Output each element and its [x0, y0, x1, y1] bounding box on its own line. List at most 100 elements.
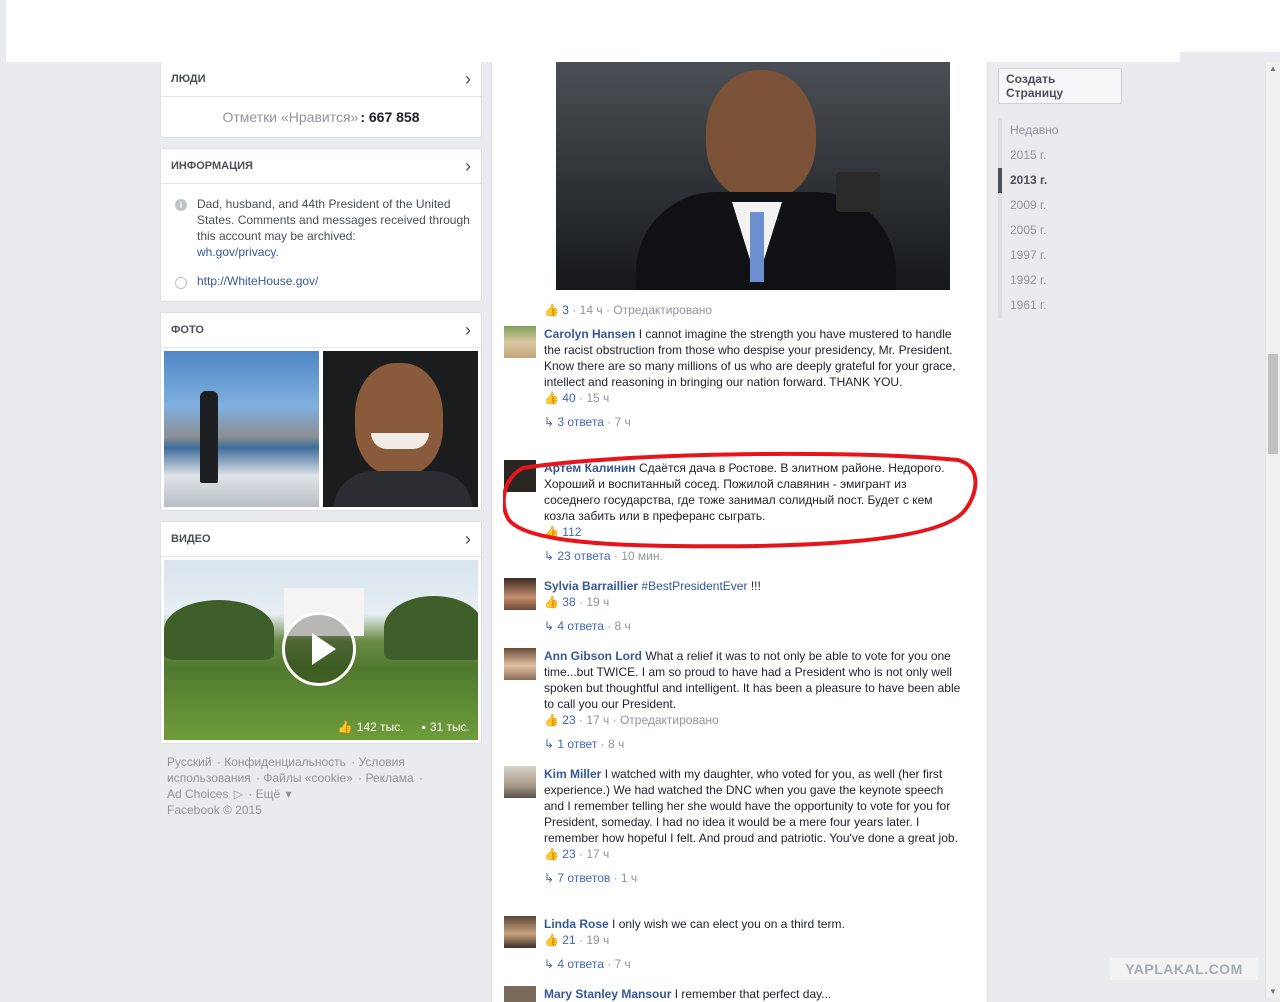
comment-body: Kim Miller I watched with my daughter, w… — [544, 766, 964, 886]
like-count[interactable]: 40 — [562, 391, 575, 405]
thumbs-up-icon[interactable]: 👍 — [544, 595, 559, 609]
videos-header[interactable]: ВИДЕО › — [161, 522, 481, 557]
like-count[interactable]: 112 — [562, 525, 581, 539]
comment-time[interactable]: 15 ч — [586, 391, 609, 405]
website-link[interactable]: http://WhiteHouse.gov/ — [197, 274, 318, 289]
chevron-right-icon[interactable]: › — [465, 529, 471, 550]
comment-author[interactable]: Mary Stanley Mansour — [544, 987, 671, 1001]
replies-link[interactable]: 3 ответа — [557, 415, 603, 429]
comment-author[interactable]: Linda Rose — [544, 917, 609, 931]
replies-link[interactable]: 23 ответа — [557, 549, 610, 563]
about-privacy-link[interactable]: wh.gov/privacy — [197, 245, 275, 259]
comment-time[interactable]: 19 ч — [586, 595, 609, 609]
timeline-item-1992[interactable]: 1992 г. — [1002, 268, 1122, 293]
replies-link[interactable]: 7 ответов — [557, 871, 610, 885]
replies-row: ↳ 23 ответа · 10 мин. — [544, 549, 663, 563]
replies-row: ↳ 3 ответа · 7 ч — [544, 415, 631, 429]
photo-portrait[interactable] — [323, 351, 478, 507]
caret-down-icon[interactable]: ▾ — [286, 787, 292, 801]
like-count[interactable]: 38 — [562, 595, 575, 609]
footer: Русский · Конфиденциальность · Условия и… — [167, 755, 423, 817]
replies-time: 10 мин. — [621, 549, 663, 563]
footer-language[interactable]: Русский — [167, 755, 212, 769]
comment-author[interactable]: Carolyn Hansen — [544, 327, 635, 341]
comment-author[interactable]: Sylvia Barraillier — [544, 579, 638, 593]
comment-time[interactable]: 17 ч — [586, 713, 609, 727]
comment-time[interactable]: 17 ч — [586, 847, 609, 861]
post-like-count[interactable]: 3 — [562, 303, 569, 317]
avatar[interactable] — [504, 986, 536, 1002]
footer-privacy[interactable]: Конфиденциальность — [224, 755, 346, 769]
timeline-item-2015[interactable]: 2015 г. — [1002, 143, 1122, 168]
replies-link[interactable]: 1 ответ — [557, 737, 597, 751]
comment-hashtag[interactable]: #BestPresidentEver — [641, 579, 747, 593]
comment-time[interactable]: 19 ч — [586, 933, 609, 947]
thumbs-up-icon[interactable]: 👍 — [544, 525, 559, 539]
chevron-right-icon[interactable]: › — [465, 320, 471, 341]
scroll-thumb[interactable] — [1268, 354, 1278, 454]
info-header[interactable]: ИНФОРМАЦИЯ › — [161, 149, 481, 184]
replies-link[interactable]: 4 ответа — [557, 619, 603, 633]
scroll-up-icon[interactable]: ▲ — [1269, 64, 1277, 73]
footer-adchoices[interactable]: Ad Choices — [167, 787, 228, 801]
create-page-button[interactable]: Создать Страницу — [998, 68, 1122, 104]
timeline-item-2009[interactable]: 2009 г. — [1002, 193, 1122, 218]
comment-body: Артём Калинин Сдаётся дача в Ростове. В … — [544, 460, 964, 564]
comment-edited[interactable]: Отредактировано — [620, 713, 719, 727]
avatar[interactable] — [504, 648, 536, 680]
avatar[interactable] — [504, 766, 536, 798]
video-stats: 👍 142 тыс. ▪ 31 тыс. — [338, 720, 470, 734]
replies-time: 1 ч — [620, 871, 638, 885]
watermark: YAPLAKAL.COM — [1110, 958, 1258, 980]
globe-icon — [175, 277, 187, 289]
comment-author[interactable]: Ann Gibson Lord — [544, 649, 642, 663]
photo-boat[interactable] — [164, 351, 319, 507]
comment-author[interactable]: Артём Калинин — [544, 461, 636, 475]
scroll-down-icon[interactable]: ▼ — [1269, 987, 1277, 996]
thumbs-up-icon[interactable]: 👍 — [544, 303, 559, 317]
play-icon[interactable] — [282, 612, 356, 686]
post-meta-line: 👍 3 · 14 ч · Отредактировано — [544, 303, 713, 317]
thumbs-up-icon[interactable]: 👍 — [544, 847, 559, 861]
like-count[interactable]: 21 — [562, 933, 575, 947]
like-count[interactable]: 23 — [562, 713, 575, 727]
thumbs-up-icon[interactable]: 👍 — [544, 391, 559, 405]
thumbs-up-icon[interactable]: 👍 — [544, 713, 559, 727]
chevron-right-icon[interactable]: › — [465, 69, 471, 90]
photos-box: ФОТО › — [160, 312, 482, 511]
post-photo[interactable] — [556, 62, 950, 290]
scrollbar[interactable]: ▲ ▼ — [1265, 62, 1280, 998]
tie-shape — [750, 212, 764, 282]
replies-link[interactable]: 4 ответа — [557, 957, 603, 971]
timeline-item-2005[interactable]: 2005 г. — [1002, 218, 1122, 243]
comment-icon: ▪ — [421, 720, 426, 734]
chevron-right-icon[interactable]: › — [465, 156, 471, 177]
video-thumbnail[interactable]: 👍 142 тыс. ▪ 31 тыс. — [164, 560, 478, 740]
comment-text: I only wish we can elect you on a third … — [612, 917, 845, 931]
timeline-item-1961[interactable]: 1961 г. — [1002, 293, 1122, 318]
timeline-item-recent[interactable]: Недавно — [1002, 118, 1122, 143]
reply-arrow-icon: ↳ — [544, 737, 555, 751]
post-edited[interactable]: Отредактировано — [613, 303, 712, 317]
post-time[interactable]: 14 ч — [580, 303, 603, 317]
like-count[interactable]: 23 — [562, 847, 575, 861]
people-header[interactable]: ЛЮДИ › — [161, 62, 481, 97]
avatar[interactable] — [504, 326, 536, 358]
timeline-item-1997[interactable]: 1997 г. — [1002, 243, 1122, 268]
comment-meta: 👍 38 · 19 ч — [544, 595, 610, 609]
videos-title: ВИДЕО — [171, 533, 211, 545]
footer-cookies[interactable]: Файлы «cookie» — [263, 771, 353, 785]
photos-header[interactable]: ФОТО › — [161, 313, 481, 348]
comment-author[interactable]: Kim Miller — [544, 767, 601, 781]
comment-meta: 👍 40 · 15 ч — [544, 391, 610, 405]
avatar[interactable] — [504, 460, 536, 492]
timeline-item-2013[interactable]: 2013 г. — [998, 168, 1122, 193]
footer-ads[interactable]: Реклама — [366, 771, 414, 785]
avatar[interactable] — [504, 916, 536, 948]
footer-more[interactable]: Ещё — [256, 787, 281, 801]
website-row: http://WhiteHouse.gov/ — [161, 260, 481, 301]
people-title: ЛЮДИ — [171, 73, 206, 85]
avatar[interactable] — [504, 578, 536, 610]
thumbs-up-icon[interactable]: 👍 — [544, 933, 559, 947]
top-bar-right — [1180, 0, 1280, 52]
